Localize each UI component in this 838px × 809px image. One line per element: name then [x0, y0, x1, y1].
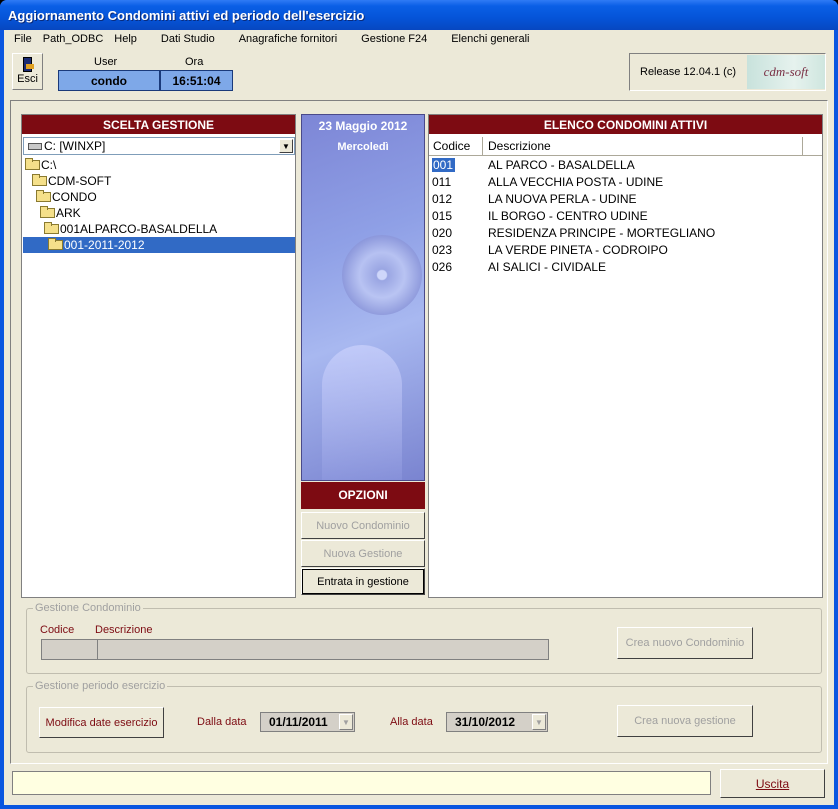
- column-filler: [803, 137, 822, 155]
- row-descrizione: RESIDENZA PRINCIPE - MORTEGLIANO: [488, 225, 716, 240]
- row-descrizione: IL BORGO - CENTRO UDINE: [488, 208, 648, 223]
- door-exit-icon: [21, 57, 35, 72]
- column-codice[interactable]: Codice: [429, 137, 483, 155]
- time-label: Ora: [185, 56, 204, 68]
- menu-gestione-f24[interactable]: Gestione F24: [361, 33, 427, 48]
- menu-file[interactable]: File: [14, 33, 32, 48]
- folder-icon: [36, 190, 51, 202]
- chevron-down-icon[interactable]: ▼: [339, 714, 353, 730]
- alla-data-field[interactable]: 31/10/2012 ▼: [446, 712, 548, 732]
- alla-data-label: Alla data: [390, 716, 433, 728]
- row-codice: 020: [432, 225, 453, 240]
- row-codice: 011: [432, 174, 452, 189]
- row-descrizione: ALLA VECCHIA POSTA - UDINE: [488, 174, 664, 189]
- row-codice: 012: [432, 191, 453, 206]
- cdm-soft-logo: cdm-soft: [747, 55, 825, 89]
- elenco-condomini-panel: ELENCO CONDOMINI ATTIVI Codice Descrizio…: [428, 114, 823, 598]
- codice-field[interactable]: [41, 639, 98, 660]
- window-title: Aggiornamento Condomini attivi ed period…: [0, 0, 838, 30]
- row-descrizione: AI SALICI - CIVIDALE: [488, 259, 607, 274]
- menu-help[interactable]: Help: [114, 33, 137, 48]
- row-codice: 026: [432, 259, 453, 274]
- menu-elenchi-generali[interactable]: Elenchi generali: [451, 33, 529, 48]
- time-value: 16:51:04: [160, 70, 233, 91]
- release-box: Release 12.04.1 (c) cdm-soft: [629, 53, 826, 91]
- current-date: 23 Maggio 2012: [318, 119, 408, 133]
- dalla-data-value: 01/11/2011: [269, 715, 328, 729]
- opzioni-header: OPZIONI: [301, 482, 425, 509]
- status-bar: [12, 771, 711, 795]
- tree-item-selected[interactable]: 001-2011-2012: [23, 237, 295, 253]
- user-label: User: [94, 56, 118, 68]
- drive-value: C: [WINXP]: [44, 139, 106, 153]
- column-descrizione[interactable]: Descrizione: [483, 137, 803, 155]
- dalla-data-field[interactable]: 01/11/2011 ▼: [260, 712, 355, 732]
- tree-item[interactable]: ARK: [23, 205, 295, 221]
- release-text: Release 12.04.1 (c): [640, 66, 736, 78]
- crea-nuova-gestione-button[interactable]: Crea nuova gestione: [617, 705, 753, 737]
- gestione-periodo-legend: Gestione periodo esercizio: [33, 680, 168, 692]
- list-row[interactable]: 011 ALLA VECCHIA POSTA - UDINE: [429, 173, 822, 190]
- tree-item[interactable]: C:\: [23, 157, 295, 173]
- folder-open-icon: [48, 238, 63, 250]
- row-descrizione: LA VERDE PINETA - CODROIPO: [488, 242, 668, 257]
- tree-item[interactable]: CONDO: [23, 189, 295, 205]
- menu-dati-studio[interactable]: Dati Studio: [161, 33, 215, 48]
- descrizione-label: Descrizione: [95, 624, 153, 636]
- list-row[interactable]: 026 AI SALICI - CIVIDALE: [429, 258, 822, 275]
- hand-image: [322, 345, 402, 480]
- crea-nuovo-condominio-button[interactable]: Crea nuovo Condominio: [617, 627, 753, 659]
- folder-icon: [32, 174, 47, 186]
- list-row[interactable]: 015 IL BORGO - CENTRO UDINE: [429, 207, 822, 224]
- list-row[interactable]: 020 RESIDENZA PRINCIPE - MORTEGLIANO: [429, 224, 822, 241]
- drive-icon: [28, 143, 42, 150]
- nuova-gestione-button[interactable]: Nuova Gestione: [301, 540, 425, 567]
- calendar-image: 23 Maggio 2012 Mercoledì: [301, 114, 425, 481]
- tree-item[interactable]: 001ALPARCO-BASALDELLA: [23, 221, 295, 237]
- row-descrizione: AL PARCO - BASALDELLA: [488, 157, 635, 172]
- folder-icon: [44, 222, 59, 234]
- current-day: Mercoledì: [337, 141, 389, 153]
- folder-icon: [40, 206, 55, 218]
- chevron-down-icon[interactable]: ▼: [532, 714, 546, 730]
- row-codice: 001: [432, 157, 456, 172]
- row-codice: 015: [432, 208, 453, 223]
- tree-item[interactable]: CDM-SOFT: [23, 173, 295, 189]
- gestione-condominio-group: Gestione Condominio Codice Descrizione C…: [26, 602, 822, 674]
- alla-data-value: 31/10/2012: [455, 715, 516, 729]
- descrizione-field[interactable]: [97, 639, 549, 660]
- list-row[interactable]: 023 LA VERDE PINETA - CODROIPO: [429, 241, 822, 258]
- drive-select[interactable]: C: [WINXP] ▼: [23, 137, 295, 155]
- scelta-gestione-panel: SCELTA GESTIONE C: [WINXP] ▼ C:\ CDM-SOF…: [21, 114, 296, 598]
- chevron-down-icon[interactable]: ▼: [279, 139, 293, 153]
- modifica-date-button[interactable]: Modifica date esercizio: [39, 707, 164, 738]
- elenco-header: ELENCO CONDOMINI ATTIVI: [429, 115, 822, 134]
- folder-icon: [25, 158, 40, 170]
- list-row[interactable]: 012 LA NUOVA PERLA - UDINE: [429, 190, 822, 207]
- calendar-panel: 23 Maggio 2012 Mercoledì OPZIONI Nuovo C…: [301, 114, 425, 598]
- gestione-periodo-group: Gestione periodo esercizio Modifica date…: [26, 680, 822, 753]
- entrata-gestione-button[interactable]: Entrata in gestione: [301, 568, 425, 595]
- exit-label: Esci: [17, 73, 38, 85]
- user-value: condo: [58, 70, 160, 91]
- cd-disc-image: [342, 235, 422, 315]
- menu-path-odbc[interactable]: Path_ODBC: [43, 33, 104, 48]
- list-row[interactable]: 001 AL PARCO - BASALDELLA: [429, 156, 822, 173]
- row-descrizione: LA NUOVA PERLA - UDINE: [488, 191, 637, 206]
- gestione-condominio-legend: Gestione Condominio: [33, 602, 143, 614]
- menu-anagrafiche-fornitori[interactable]: Anagrafiche fornitori: [239, 33, 337, 48]
- uscita-button[interactable]: Uscita: [720, 769, 825, 798]
- menu-bar: File Path_ODBC Help Dati Studio Anagrafi…: [4, 30, 834, 48]
- app-window: Aggiornamento Condomini attivi ed period…: [0, 0, 838, 809]
- nuovo-condominio-button[interactable]: Nuovo Condominio: [301, 512, 425, 539]
- client-area: File Path_ODBC Help Dati Studio Anagrafi…: [4, 30, 834, 805]
- folder-tree: C:\ CDM-SOFT CONDO ARK 001ALPARCO-BASALD…: [23, 157, 295, 253]
- dalla-data-label: Dalla data: [197, 716, 247, 728]
- list-header: Codice Descrizione: [429, 137, 822, 156]
- row-codice: 023: [432, 242, 453, 257]
- scelta-gestione-header: SCELTA GESTIONE: [22, 115, 295, 134]
- codice-label: Codice: [40, 624, 75, 636]
- exit-button[interactable]: Esci: [12, 53, 43, 90]
